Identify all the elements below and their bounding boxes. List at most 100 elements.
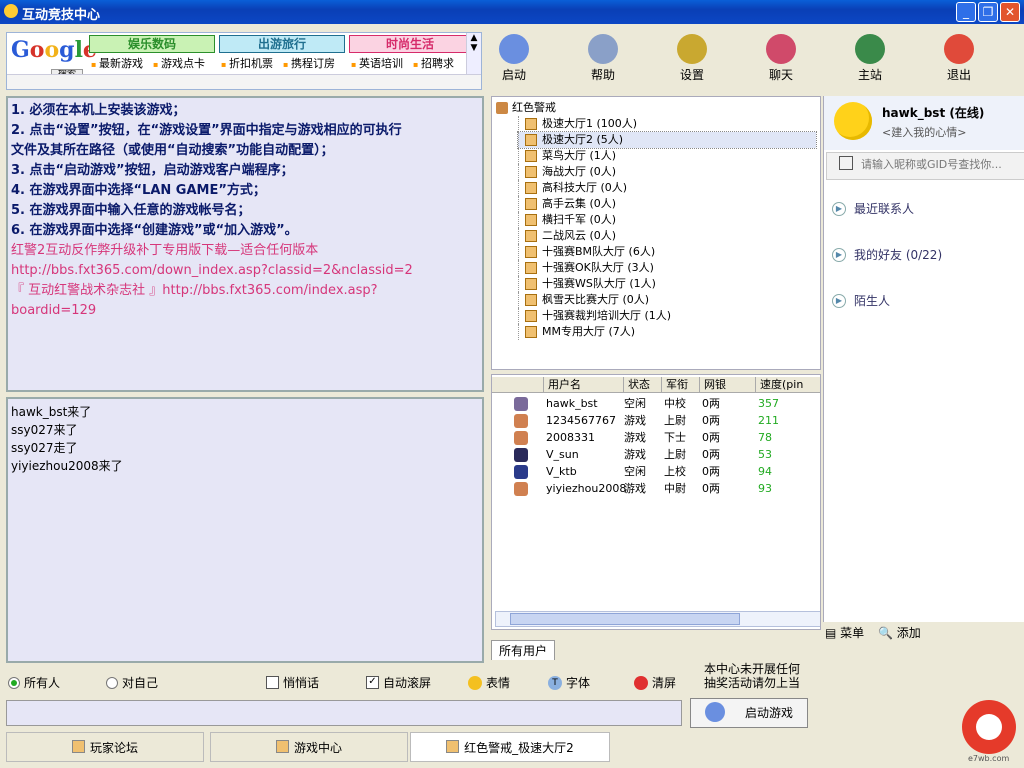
checkbox-whisper[interactable]: 悄悄话 (266, 674, 319, 691)
room-icon (525, 294, 537, 306)
clear-button[interactable]: 清屏 (634, 674, 676, 691)
mood-input[interactable]: <建入我的心情> (882, 124, 966, 140)
user-list[interactable]: 用户名 状态 军衔 网银 速度(pin hawk_bst 空闲 中校 0两 357 123… (491, 374, 821, 630)
user-name: 1234567767 (546, 414, 616, 427)
room-node[interactable]: 十强赛裁判培训大厅 (1人) (518, 308, 816, 324)
ad-link[interactable]: 折扣机票 (221, 55, 273, 71)
user-row[interactable]: 2008331 游戏 下士 0两 78 (492, 429, 820, 446)
minimize-button[interactable]: _ (956, 2, 976, 22)
room-node[interactable]: 十强赛BM队大厅 (6人) (518, 244, 816, 260)
ad-category-travel[interactable]: 出游旅行 (219, 35, 345, 53)
ad-horizontal-scrollbar[interactable] (7, 74, 481, 89)
room-node[interactable]: 枫雪天比赛大厅 (0人) (518, 292, 816, 308)
header-money[interactable]: 网银 (700, 377, 756, 393)
checkbox-autoscroll[interactable]: ✓ 自动滚屏 (366, 674, 431, 691)
tree-root[interactable]: 红色警戒 (496, 100, 816, 116)
logo-text: e7wb.com (968, 754, 1010, 763)
magazine-link[interactable]: 『 互动红警战术杂志社 』http://bbs.fxt365.com/index… (11, 281, 479, 301)
header-username[interactable]: 用户名 (544, 377, 624, 393)
radio-everyone[interactable]: 所有人 (8, 674, 60, 691)
room-node[interactable]: 极速大厅2 (5人) (517, 131, 817, 149)
room-node[interactable]: 十强赛WS队大厅 (1人) (518, 276, 816, 292)
user-rank: 下士 (664, 431, 686, 444)
chat-input[interactable] (6, 700, 682, 726)
add-button[interactable]: 添加 (897, 626, 921, 640)
menu-button[interactable]: 菜单 (840, 626, 864, 640)
room-node[interactable]: 高科技大厅 (0人) (518, 180, 816, 196)
home-button[interactable]: 主站 (840, 34, 900, 83)
exit-button[interactable]: 退出 (929, 34, 989, 83)
room-node[interactable]: 横扫千军 (0人) (518, 212, 816, 228)
room-node[interactable]: 二战风云 (0人) (518, 228, 816, 244)
room-node[interactable]: MM专用大厅 (7人) (518, 324, 816, 340)
user-row[interactable]: V_ktb 空闲 上校 0两 94 (492, 463, 820, 480)
user-row[interactable]: 1234567767 游戏 上尉 0两 211 (492, 412, 820, 429)
ad-category-entertainment[interactable]: 娱乐数码 (89, 35, 215, 53)
close-button[interactable]: ✕ (1000, 2, 1020, 22)
chat-icon (766, 34, 796, 64)
user-list-scrollbar[interactable] (495, 611, 820, 627)
ad-link[interactable]: 英语培训 (351, 55, 403, 71)
chat-button[interactable]: 聊天 (751, 34, 811, 83)
room-node[interactable]: 海战大厅 (0人) (518, 164, 816, 180)
window-title: 互动竞技中心 (22, 8, 101, 23)
info-panel[interactable]: 1. 必须在本机上安装该游戏； 2. 点击“设置”按钮，在“游戏设置”界面中指定… (6, 96, 484, 392)
ad-link[interactable]: 最新游戏 (91, 55, 143, 71)
group-strangers[interactable]: ▶ 陌生人 (832, 292, 890, 309)
header-rank[interactable]: 军衔 (662, 377, 700, 393)
tab-all-users[interactable]: 所有用户 (491, 640, 555, 660)
contact-search[interactable]: 请输入昵称或GID号查找你... (826, 152, 1024, 180)
room-tree[interactable]: 红色警戒 极速大厅1 (100人) 极速大厅2 (5人) 菜鸟大厅 (1人) 海战大厅… (491, 96, 821, 370)
ad-link[interactable]: 携程订房 (283, 55, 335, 71)
user-rank: 上校 (664, 465, 686, 478)
help-icon (588, 34, 618, 64)
patch-url[interactable]: http://bbs.fxt365.com/down_index.asp?cla… (11, 261, 479, 281)
font-button[interactable]: T 字体 (548, 674, 590, 691)
maximize-button[interactable]: ❐ (978, 2, 998, 22)
ad-link[interactable]: 游戏点卡 (153, 55, 205, 71)
user-row[interactable]: yiyiezhou2008 游戏 中尉 0两 93 (492, 480, 820, 497)
info-line: 5. 在游戏界面中输入任意的游戏帐号名； (11, 203, 251, 218)
user-row[interactable]: V_sun 游戏 上尉 0两 53 (492, 446, 820, 463)
tab-forum[interactable]: 玩家论坛 (6, 732, 204, 762)
group-recent[interactable]: ▶ 最近联系人 (832, 200, 914, 217)
room-icon (525, 182, 537, 194)
user-avatar-icon (514, 431, 528, 445)
google-logo[interactable]: Google (11, 37, 97, 63)
font-icon: T (548, 675, 562, 690)
room-icon (525, 230, 537, 242)
header-status[interactable]: 状态 (624, 377, 662, 393)
anti-fraud-notice: 本中心未开展任何 抽奖活动请勿上当 (704, 662, 801, 690)
group-friends[interactable]: ▶ 我的好友 (0/22) (832, 246, 942, 263)
chat-log[interactable]: hawk_bst来了 ssy027来了 ssy027走了 yiyiezhou20… (6, 397, 484, 663)
magazine-url[interactable]: boardid=129 (11, 301, 479, 321)
room-icon (525, 310, 537, 322)
emoji-button[interactable]: 表情 (468, 674, 510, 691)
scrollbar-thumb[interactable] (510, 613, 740, 625)
tab-room[interactable]: 红色警戒_极速大厅2 (410, 732, 610, 762)
ad-link[interactable]: 招聘求 (413, 55, 454, 71)
room-node[interactable]: 十强赛OK队大厅 (3人) (518, 260, 816, 276)
ad-vertical-scroll[interactable]: ▲ ▼ (466, 33, 481, 77)
user-rank: 中校 (664, 397, 686, 410)
info-line: 6. 在游戏界面中选择“创建游戏”或“加入游戏”。 (11, 223, 298, 238)
room-node[interactable]: 菜鸟大厅 (1人) (518, 148, 816, 164)
user-rank: 上尉 (664, 414, 686, 427)
logo-mark (976, 714, 1002, 740)
radio-self[interactable]: 对自己 (106, 674, 158, 691)
avatar[interactable] (834, 102, 872, 140)
forum-icon (71, 740, 85, 753)
patch-link[interactable]: 红警2互动反作弊升级补丁专用版下载—适合任何版本 (11, 241, 479, 261)
room-node[interactable]: 极速大厅1 (100人) (518, 116, 816, 132)
start-game-button[interactable]: 启动游戏 (690, 698, 808, 728)
room-node[interactable]: 高手云集 (0人) (518, 196, 816, 212)
ad-category-lifestyle[interactable]: 时尚生活 (349, 35, 471, 53)
user-row[interactable]: hawk_bst 空闲 中校 0两 357 (492, 395, 820, 412)
launch-button[interactable]: 启动 (484, 34, 544, 83)
settings-button[interactable]: 设置 (662, 34, 722, 83)
header-speed[interactable]: 速度(pin (756, 377, 820, 393)
room-icon (446, 740, 460, 753)
tab-game-center[interactable]: 游戏中心 (210, 732, 408, 762)
radio-dot (106, 676, 118, 689)
help-button[interactable]: 帮助 (573, 34, 633, 83)
